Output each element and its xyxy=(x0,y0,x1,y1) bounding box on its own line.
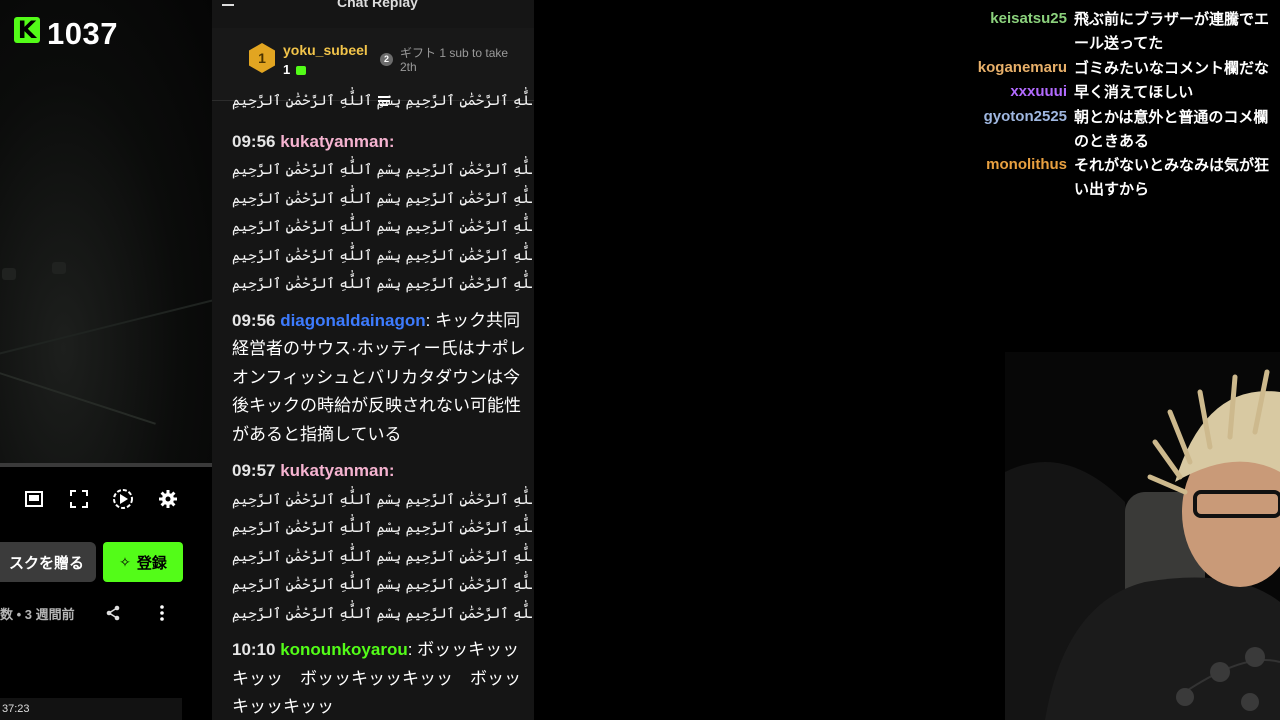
video-road-line xyxy=(0,298,212,364)
overlay-message: それがないとみなみは気が狂い出すから xyxy=(1074,156,1270,198)
overlay-message: 朝とかは意外と普通のコメ欄のときある xyxy=(1074,108,1269,150)
message-text-line: بِسْمِ ٱللَّٰهِ ٱلرَّحْمَٰنِ ٱلرَّحِيمِ … xyxy=(232,577,532,593)
message-text-line: بِسْمِ ٱللَّٰهِ ٱلرَّحْمَٰنِ ٱلرَّحِيمِ … xyxy=(232,605,532,622)
message-username[interactable]: kukatyanman: xyxy=(280,132,394,151)
progress-bar[interactable] xyxy=(0,463,212,467)
overlay-username: monolithus xyxy=(986,156,1067,173)
chat-message: 10:10 konounkoyarou: ボッッキッッキッッ ボッッキッッキッッ… xyxy=(232,636,532,720)
webcam xyxy=(1005,352,1280,720)
message-text-line: بِسْمِ ٱللَّٰهِ ٱلرَّحْمَٰنِ ٱلرَّحِيمِ … xyxy=(232,276,532,292)
timecode: 37:23 xyxy=(0,698,182,720)
chat-message: 09:57 kukatyanman: بِسْمِ ٱللَّٰهِ ٱلرَّح… xyxy=(232,457,532,628)
message-text-line: بِسْمِ ٱللَّٰهِ ٱلرَّحْمَٰنِ ٱلرَّحِيمِ … xyxy=(232,491,532,508)
message-text-line: بِسْمِ ٱللَّٰهِ ٱلرَّحْمَٰنِ ٱلرَّحِيمِ … xyxy=(232,247,532,264)
overlay-username: keisatsu25 xyxy=(990,10,1067,27)
overlay-message: 早く消えてほしい xyxy=(1074,83,1194,101)
message-timestamp: 09:56 xyxy=(232,310,281,330)
sparkle-icon: ✧ xyxy=(119,553,131,570)
overlay-username: koganemaru xyxy=(977,59,1067,76)
share-icon[interactable] xyxy=(105,605,121,621)
overlay-message: 飛ぶ前にブラザーが連騰でエール送ってた xyxy=(1074,10,1270,52)
subscribe-label: 登録 xyxy=(136,554,167,572)
message-timestamp: 09:56 xyxy=(232,131,281,151)
message-text-line: بِسْمِ ٱللَّٰهِ ٱلرَّحْمَٰنِ ٱلرَّحِيمِ … xyxy=(232,190,532,207)
video-road-line xyxy=(0,367,156,425)
video-meta: 数 • 3 週間前 xyxy=(0,607,75,622)
message-text: : キック共同経営者のサウス·ホッティー氏はナポレオンフィッシュとバリカタダウン… xyxy=(232,310,526,444)
chat-message: 09:56 diagonaldainagon: キック共同経営者のサウス·ホッテ… xyxy=(232,307,532,450)
webcam-image xyxy=(1005,352,1280,720)
video-light xyxy=(52,262,66,274)
clip-icon[interactable] xyxy=(110,486,136,512)
message-text-line: بِسْمِ ٱللَّٰهِ ٱلرَّحْمَٰنِ ٱلرَّحِيمِ … xyxy=(232,520,532,536)
settings-icon[interactable] xyxy=(155,486,181,512)
message-timestamp: 09:57 xyxy=(232,461,281,480)
overlay-message: ゴミみたいなコメント欄だな xyxy=(1074,59,1270,77)
gift-subs-button[interactable]: スクを贈る xyxy=(0,542,96,582)
gift-subs-label: スクを贈る xyxy=(8,554,84,572)
message-username[interactable]: konounkoyarou xyxy=(280,640,408,659)
overlay-username: xxxuuui xyxy=(1010,83,1067,100)
chat-message-list: بِسْمِ ٱللَّٰهِ ٱلرَّحْمَٰنِ ٱلرَّحِيمِ … xyxy=(232,93,532,720)
subscribe-button[interactable]: ✧ 登録 xyxy=(103,542,183,582)
fullscreen-icon[interactable] xyxy=(66,486,92,512)
message-timestamp: 10:10 xyxy=(232,640,281,659)
video-light xyxy=(2,268,16,280)
message-text-line: بِسْمِ ٱللَّٰهِ ٱلرَّحْمَٰنِ ٱلرَّحِيمِ … xyxy=(232,219,532,235)
overlay-username: gyoton2525 xyxy=(983,108,1067,125)
theater-mode-icon[interactable] xyxy=(21,486,47,512)
more-options-icon[interactable] xyxy=(158,604,166,622)
message-text-line: بِسْمِ ٱللَّٰهِ ٱلرَّحْمَٰنِ ٱلرَّحِيمِ … xyxy=(232,548,532,565)
message-username[interactable]: diagonaldainagon xyxy=(280,311,425,330)
message-username[interactable]: kukatyanman: xyxy=(280,461,394,480)
